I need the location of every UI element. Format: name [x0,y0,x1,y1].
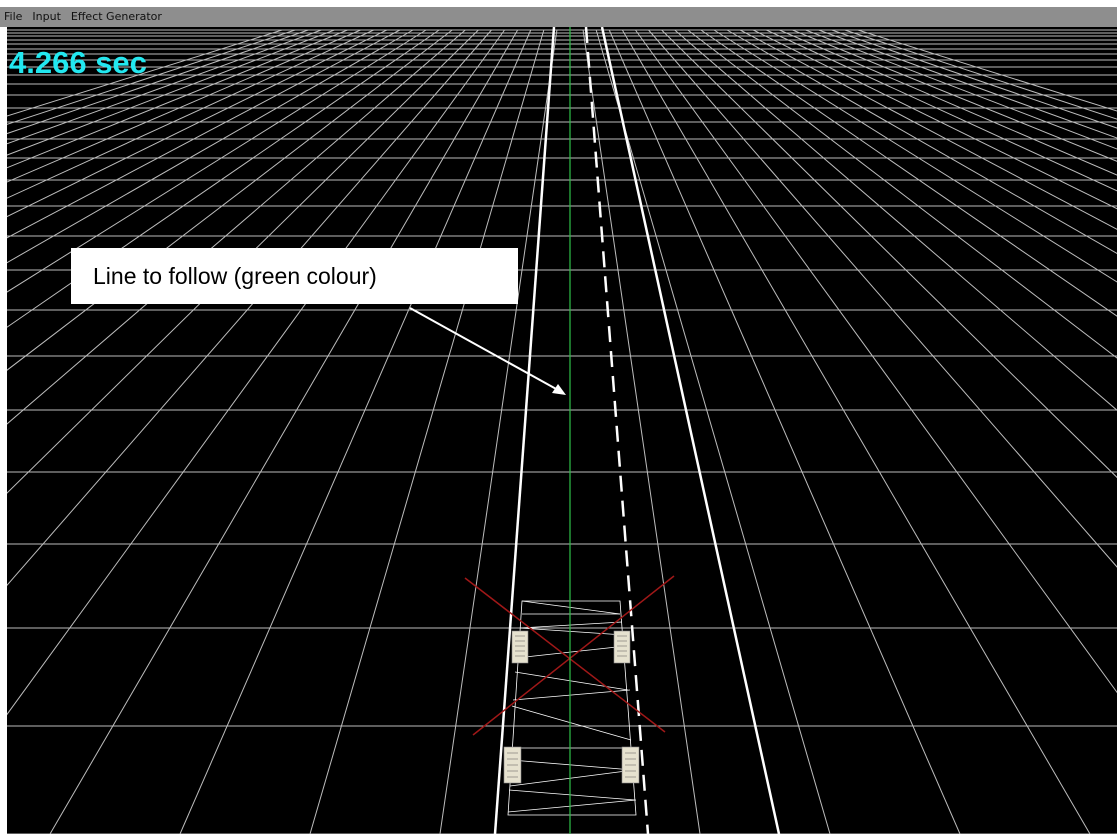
menu-effect-generator[interactable]: Effect Generator [66,7,167,27]
grid-line-vertical [7,29,479,494]
grid-line-vertical [792,29,1117,162]
grid-line-vertical [7,29,348,169]
grid-line-vertical [7,29,440,328]
simulator-window: File Input Effect Generator 4.266 sec Li… [0,0,1117,834]
elapsed-time: 4.266 sec [9,45,147,80]
menu-bar: File Input Effect Generator [0,7,1117,27]
grid-line-vertical [648,29,1117,568]
grid-line-vertical [831,29,1117,129]
grid-line-vertical [753,29,1117,210]
grid-line-vertical [7,29,322,145]
grid-line-vertical [7,29,414,264]
grid-line-vertical [7,29,361,183]
annotation-arrow [409,307,566,395]
grid-line-vertical [726,29,1117,255]
grid-line-vertical [595,29,831,834]
grid-line-vertical [7,29,466,425]
scene-canvas [7,27,1117,834]
annotation-label: Line to follow (green colour) [93,262,377,289]
road-center-dashed [584,27,650,834]
grid-line-vertical [7,29,387,218]
3d-viewport[interactable]: 4.266 sec Line to follow (green colour) [7,27,1117,834]
grid-vertical-lines [7,29,1117,834]
grid-line-vertical [661,29,1117,479]
menu-file[interactable]: File [0,7,27,27]
menu-input[interactable]: Input [27,7,65,27]
grid-line-vertical [7,29,374,199]
grid-line-vertical [674,29,1117,411]
grid-line-vertical [766,29,1117,192]
grid-line-vertical [857,29,1117,112]
grid-line-vertical [7,29,335,156]
grid-line-vertical [779,29,1117,176]
grid-line-vertical [713,29,1117,283]
grid-line-vertical [7,29,453,371]
grid-line-vertical [49,29,519,834]
grid-line-vertical [844,29,1117,120]
grid-line-vertical [7,29,505,716]
grid-line-vertical [700,29,1117,317]
grid-horizontal-lines [7,29,1117,834]
grid-line-vertical [309,29,545,834]
road-left-edge [493,27,556,834]
vehicle-wheels [503,630,640,784]
annotation-callout: Line to follow (green colour) [71,248,518,304]
grid-line-vertical [439,29,558,834]
grid-line-vertical [621,29,1091,834]
